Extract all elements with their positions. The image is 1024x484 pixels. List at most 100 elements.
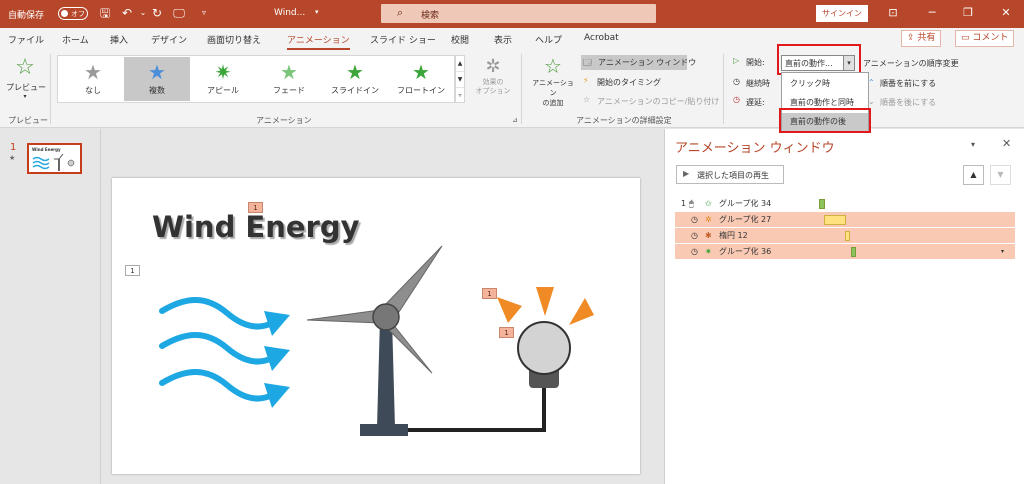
add-animation-button[interactable]: ☆ アニメーション の追加 (529, 54, 577, 108)
star-outline-gray-icon: ★ (84, 60, 102, 84)
play-selected-button[interactable]: ▶ 選択した項目の再生 (676, 165, 784, 184)
move-later-button[interactable]: 順番を後にする (880, 97, 936, 108)
star-green-fade-icon: ★ (280, 60, 298, 84)
play-selected-label: 選択した項目の再生 (697, 171, 769, 180)
file-name: Wind... (274, 8, 306, 18)
slide-thumbnail[interactable]: Wind Energy (27, 143, 82, 174)
timeline-bar[interactable] (845, 231, 850, 241)
gallery-item-float-in[interactable]: ★ フロートイン (388, 57, 454, 101)
ribbon-tabs: ファイル ホーム 挿入 デザイン 画面切り替え アニメーション スライド ショー… (0, 28, 1024, 50)
anim-name: 楕円 12 (719, 231, 748, 240)
redo-icon[interactable]: ↻ (150, 6, 164, 20)
move-up-icon[interactable]: ▲ (963, 165, 984, 185)
restore-icon[interactable]: ❐ (959, 6, 977, 19)
search-placeholder: 検索 (421, 11, 440, 21)
animation-group-label: アニメーション (256, 116, 312, 125)
comment-icon: ▭ (961, 33, 973, 43)
tab-animations[interactable]: アニメーション (287, 33, 350, 50)
present-icon[interactable]: 🖵 (172, 6, 186, 20)
signin-button[interactable]: サインイン (816, 5, 868, 22)
effect-options-button[interactable]: ✲ 効果の オプション (470, 56, 516, 96)
timeline-bar[interactable] (824, 215, 846, 225)
wind-energy-illustration (159, 245, 594, 436)
trigger-label: 開始のタイミング (597, 78, 661, 87)
gallery-item-none[interactable]: ★ なし (60, 57, 126, 101)
reorder-label: アニメーションの順序変更 (863, 59, 959, 68)
gallery-item-label: フェード (273, 86, 305, 95)
star-green-float-icon: ★ (412, 60, 430, 84)
tab-insert[interactable]: 挿入 (110, 33, 128, 46)
move-earlier-button[interactable]: 順番を前にする (880, 78, 936, 89)
tab-view[interactable]: 表示 (494, 33, 512, 46)
highlight-start-dropdown (777, 44, 861, 75)
close-icon[interactable]: ✕ (997, 6, 1015, 19)
gallery-scroll: ▲ ▼ ▿ (455, 55, 465, 103)
clock-icon: ◷ (691, 247, 698, 256)
gallery-item-label: アピール (207, 86, 239, 95)
comment-label: コメント (972, 33, 1009, 43)
move-later-icon: ⌄ (868, 97, 875, 106)
animation-gallery: ★ なし ★ 複数 ✷ アピール ★ フェード ★ スライドイン ★ フロートイン (57, 55, 455, 103)
anim-index: 1 (681, 199, 687, 208)
filename-dropdown-icon[interactable]: ▾ (315, 8, 319, 16)
save-icon[interactable]: 🖫 (98, 6, 112, 20)
minimize-icon[interactable]: ─ (923, 6, 941, 19)
anim-name: グループ化 27 (719, 215, 772, 224)
lightning-icon: ⚡ (583, 76, 589, 85)
group-separator (521, 54, 522, 124)
gallery-up-icon[interactable]: ▲ (456, 56, 464, 72)
anim-list-item[interactable]: ◷ ✲ グループ化 27 (675, 212, 1015, 227)
toggle-knob (61, 10, 68, 17)
preview-star-icon: ☆ (15, 55, 35, 80)
gallery-item-fly-in[interactable]: ★ スライドイン (322, 57, 388, 101)
gallery-item-appear[interactable]: ✷ アピール (190, 57, 256, 101)
anim-name: グループ化 36 (719, 247, 772, 256)
duration-clock-icon: ◷ (733, 77, 740, 86)
clock-icon: ◷ (691, 215, 698, 224)
tab-transitions[interactable]: 画面切り替え (207, 33, 261, 46)
tab-review[interactable]: 校閲 (451, 33, 469, 46)
tab-acrobat[interactable]: Acrobat (584, 33, 619, 43)
delay-clock-icon: ◷ (733, 95, 740, 104)
tab-design[interactable]: デザイン (151, 33, 187, 46)
tab-home[interactable]: ホーム (62, 33, 89, 46)
anim-list-item[interactable]: 1 🖱 ✩ グループ化 34 (675, 196, 1015, 211)
effect-options-icon: ✲ (485, 56, 501, 77)
start-play-icon: ▷ (733, 56, 740, 65)
timeline-bar[interactable] (851, 247, 856, 257)
item-dropdown-icon[interactable]: ▾ (1001, 244, 1004, 259)
share-label: 共有 (917, 33, 936, 43)
customize-qat-icon[interactable]: ▿ (197, 6, 211, 20)
preview-button[interactable]: ☆ プレビュー ▾ (6, 54, 46, 100)
undo-icon[interactable]: ↶ (120, 6, 134, 20)
anim-list-item[interactable]: ◷ ✷ グループ化 36 ▾ (675, 244, 1015, 259)
gallery-more-icon[interactable]: ▿ (456, 88, 464, 104)
animation-dialog-launcher-icon[interactable]: ⊿ (512, 116, 518, 124)
gallery-item-fade[interactable]: ★ フェード (256, 57, 322, 101)
wire (408, 384, 546, 432)
search-box[interactable]: ⌕ 検索 (381, 4, 656, 23)
star-blue-icon: ★ (148, 60, 166, 84)
preview-group-label: プレビュー (8, 116, 48, 125)
option-on-click[interactable]: クリック時 (782, 75, 868, 93)
pane-close-icon[interactable]: ✕ (1002, 137, 1011, 150)
undo-dropdown-icon[interactable]: ⌄ (136, 6, 150, 20)
star-orange-icon: ✲ (705, 215, 712, 224)
pane-options-icon[interactable]: ▾ (971, 140, 975, 149)
autosave-toggle[interactable]: オフ (58, 7, 88, 20)
share-button[interactable]: ⇪ 共有 (901, 30, 942, 47)
tab-help[interactable]: ヘルプ (535, 33, 562, 46)
timeline-bar[interactable] (819, 199, 825, 209)
move-down-icon[interactable]: ▼ (990, 165, 1011, 185)
comments-button[interactable]: ▭ コメント (955, 30, 1015, 47)
gallery-down-icon[interactable]: ▼ (456, 72, 464, 88)
gallery-item-multiple[interactable]: ★ 複数 (124, 57, 190, 101)
animation-pane-button[interactable]: 🗔 アニメーション ウィンドウ (581, 55, 696, 70)
group-separator (50, 54, 51, 124)
tab-slideshow[interactable]: スライド ショー (370, 33, 436, 46)
tab-file[interactable]: ファイル (8, 33, 44, 46)
animation-star-icon: ★ (9, 154, 16, 162)
slide-canvas[interactable]: Wind Energy 1 1 1 1 (112, 178, 640, 474)
anim-list-item[interactable]: ◷ ✱ 楕円 12 (675, 228, 1015, 243)
ribbon-display-icon[interactable]: ⊡ (884, 6, 902, 19)
